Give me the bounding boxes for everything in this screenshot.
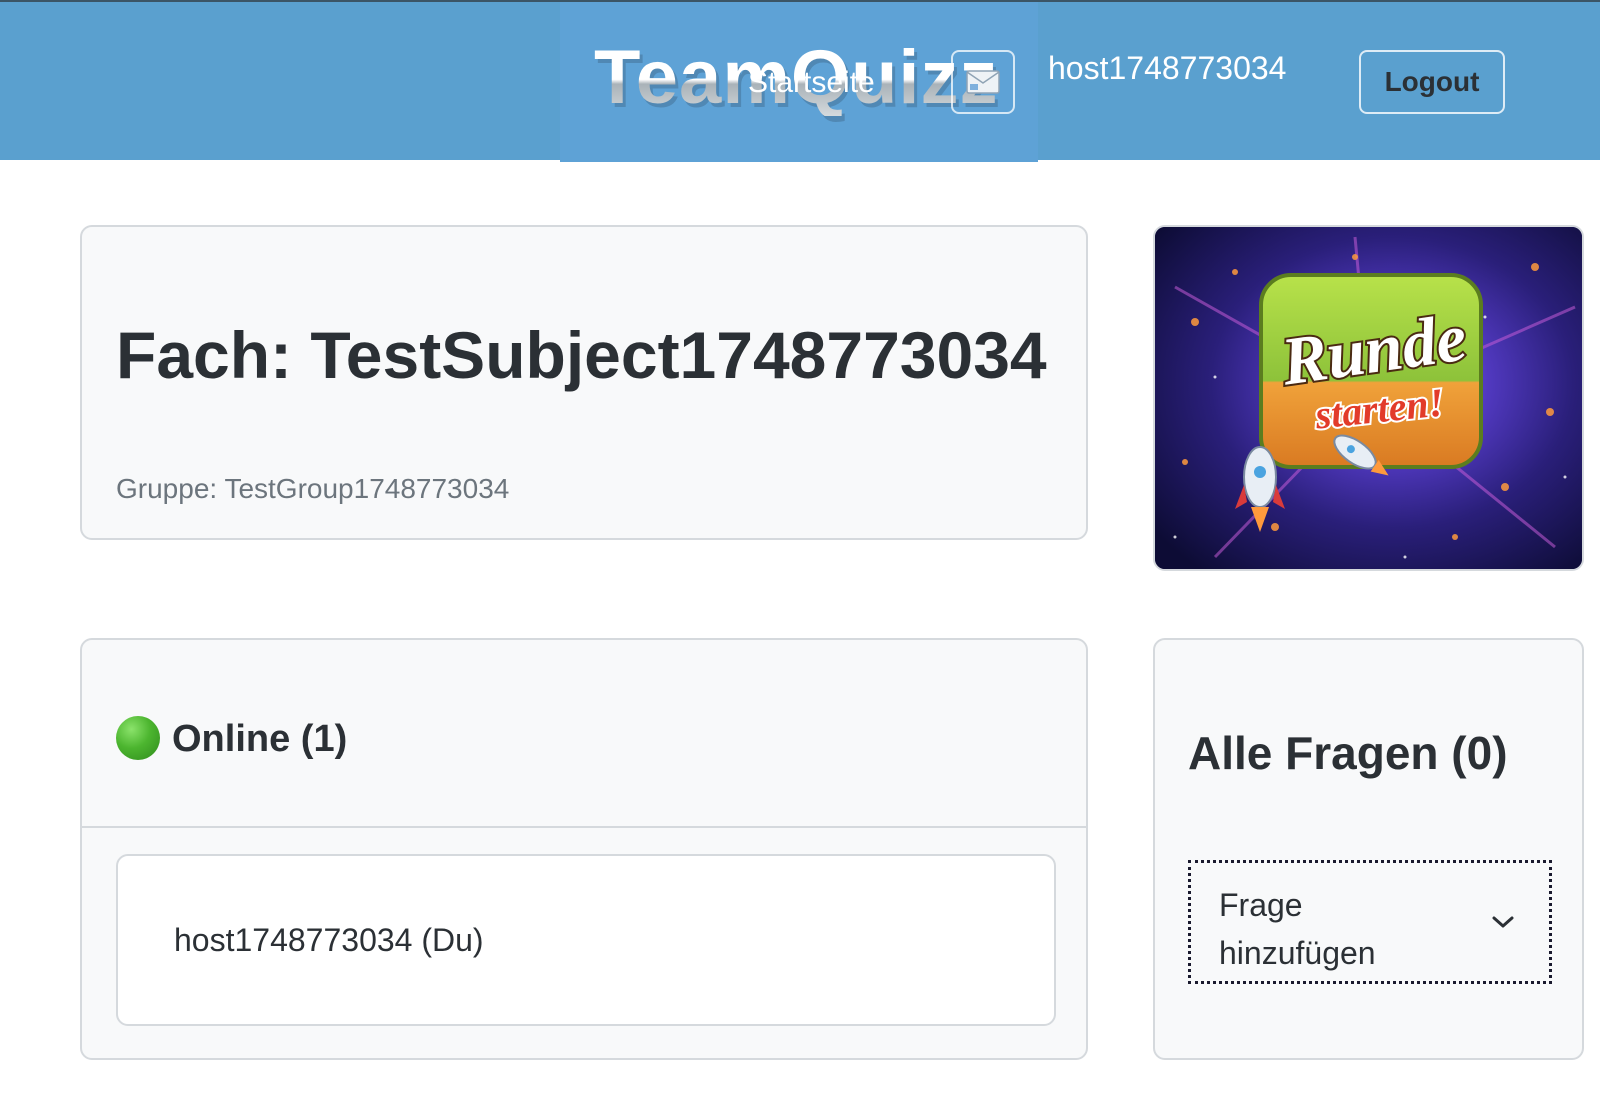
online-user-name: host1748773034 (Du) [174, 922, 484, 958]
online-title: Online (1) [172, 718, 348, 760]
add-question-label: Frage hinzufügen [1219, 887, 1376, 971]
list-item: host1748773034 (Du) [116, 854, 1056, 1026]
online-users-card: Online (1) host1748773034 (Du) [80, 638, 1088, 1060]
current-username: host1748773034 [1048, 50, 1287, 86]
green-circle-icon [116, 716, 160, 760]
start-round-illustration: Runde starten! [1155, 227, 1582, 569]
top-navbar: TeamQuizz TeamQuizz Startseite host17487… [0, 0, 1600, 162]
mail-button[interactable] [951, 50, 1015, 114]
online-card-header: Online (1) [82, 640, 1086, 828]
start-round-image-button[interactable]: Runde starten! [1153, 225, 1584, 571]
logout-button[interactable]: Logout [1359, 50, 1505, 114]
mail-icon [966, 70, 1000, 94]
home-link[interactable]: Startseite [748, 66, 875, 100]
chevron-down-icon [1492, 916, 1514, 928]
questions-title: Alle Fragen (0) [1188, 727, 1508, 779]
add-question-select[interactable]: Frage hinzufügen [1188, 860, 1552, 984]
subject-card: Fach: TestSubject1748773034 Gruppe: Test… [80, 225, 1088, 540]
questions-card: Alle Fragen (0) Frage hinzufügen [1153, 638, 1584, 1060]
subject-title: Fach: TestSubject1748773034 [116, 318, 1047, 392]
group-label: Gruppe: TestGroup1748773034 [116, 473, 510, 504]
